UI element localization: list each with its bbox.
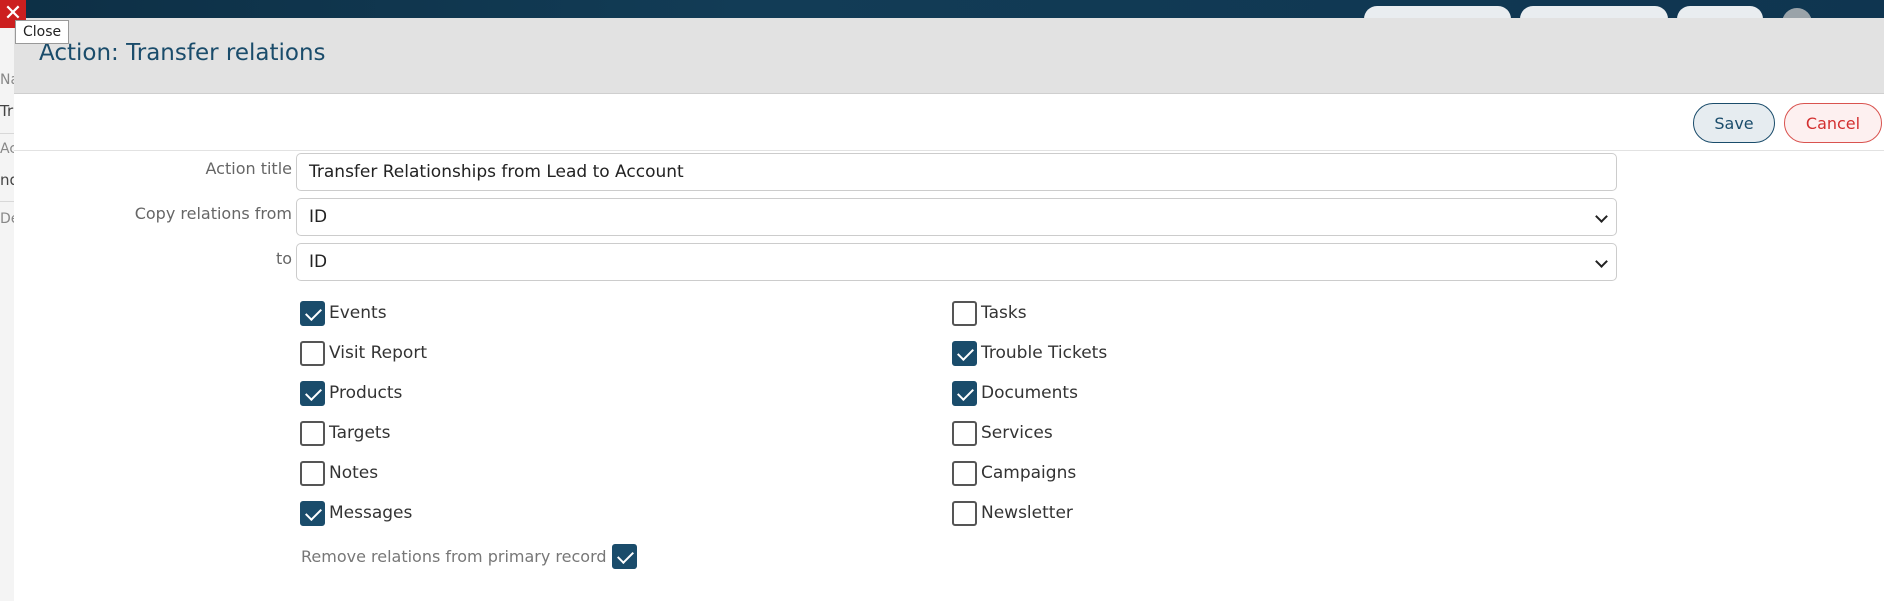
relation-checkbox-row[interactable]: Messages	[300, 500, 412, 526]
relation-label: Services	[981, 423, 1053, 443]
remove-relations-row[interactable]: Remove relations from primary record	[301, 543, 637, 569]
relation-label: Messages	[329, 503, 413, 523]
relation-checkbox[interactable]	[300, 420, 325, 446]
relation-checkbox[interactable]	[952, 500, 977, 526]
close-tooltip: Close	[15, 20, 70, 44]
relation-checkbox[interactable]	[952, 340, 977, 366]
relation-label: Visit Report	[329, 343, 427, 363]
action-title-input[interactable]: Transfer Relationships from Lead to Acco…	[296, 153, 1617, 191]
relation-checkbox[interactable]	[300, 340, 325, 366]
relation-checkbox[interactable]	[952, 420, 977, 446]
remove-relations-label: Remove relations from primary record	[301, 546, 607, 566]
relation-label: Targets	[329, 423, 391, 443]
relation-checkbox-row[interactable]: Newsletter	[952, 500, 1073, 526]
relation-checkbox-row[interactable]: Notes	[300, 460, 378, 486]
to-selected-value: ID	[309, 252, 328, 272]
relation-checkbox[interactable]	[300, 500, 325, 526]
relation-checkbox-row[interactable]: Services	[952, 420, 1053, 446]
relation-checkbox[interactable]	[300, 380, 325, 406]
transfer-relations-modal: Action: Transfer relations Save Cancel A…	[14, 18, 1884, 601]
background-divider	[0, 201, 14, 202]
relation-checkbox-row[interactable]: Events	[300, 300, 387, 326]
relation-label: Campaigns	[981, 463, 1077, 483]
relation-checkbox[interactable]	[300, 460, 325, 486]
modal-header: Action: Transfer relations	[14, 18, 1884, 94]
relation-checkbox-row[interactable]: Visit Report	[300, 340, 427, 366]
relation-label: Notes	[329, 463, 379, 483]
action-title-label: Action title	[205, 159, 292, 178]
modal-title: Action: Transfer relations	[39, 40, 326, 66]
save-button[interactable]: Save	[1693, 103, 1775, 143]
copy-from-selected-value: ID	[309, 207, 328, 227]
relation-checkbox-row[interactable]: Targets	[300, 420, 390, 446]
relation-label: Tasks	[981, 303, 1027, 323]
relation-label: Newsletter	[981, 503, 1073, 523]
to-select[interactable]: ID	[296, 243, 1617, 281]
cancel-button[interactable]: Cancel	[1784, 103, 1882, 143]
chevron-down-icon	[1595, 210, 1608, 223]
relation-label: Trouble Tickets	[981, 343, 1108, 363]
to-label: to	[275, 249, 292, 268]
relation-checkbox[interactable]	[300, 300, 325, 326]
relation-checkbox-row[interactable]: Campaigns	[952, 460, 1076, 486]
modal-toolbar: Save Cancel	[14, 95, 1884, 151]
copy-from-label: Copy relations from	[134, 204, 292, 223]
relation-checkbox[interactable]	[952, 380, 977, 406]
relation-checkbox-row[interactable]: Trouble Tickets	[952, 340, 1107, 366]
chevron-down-icon	[1595, 255, 1608, 268]
relation-label: Events	[329, 303, 387, 323]
relation-checkbox-row[interactable]: Products	[300, 380, 402, 406]
relation-label: Documents	[981, 383, 1078, 403]
copy-from-select[interactable]: ID	[296, 198, 1617, 236]
remove-relations-checkbox[interactable]	[611, 543, 637, 569]
relation-checkbox-row[interactable]: Documents	[952, 380, 1078, 406]
relation-label: Products	[329, 383, 403, 403]
relation-checkbox[interactable]	[952, 460, 977, 486]
relation-checkbox-row[interactable]: Tasks	[952, 300, 1027, 326]
background-value: Tr	[0, 102, 14, 120]
background-divider	[0, 133, 14, 134]
relation-checkbox[interactable]	[952, 300, 977, 326]
